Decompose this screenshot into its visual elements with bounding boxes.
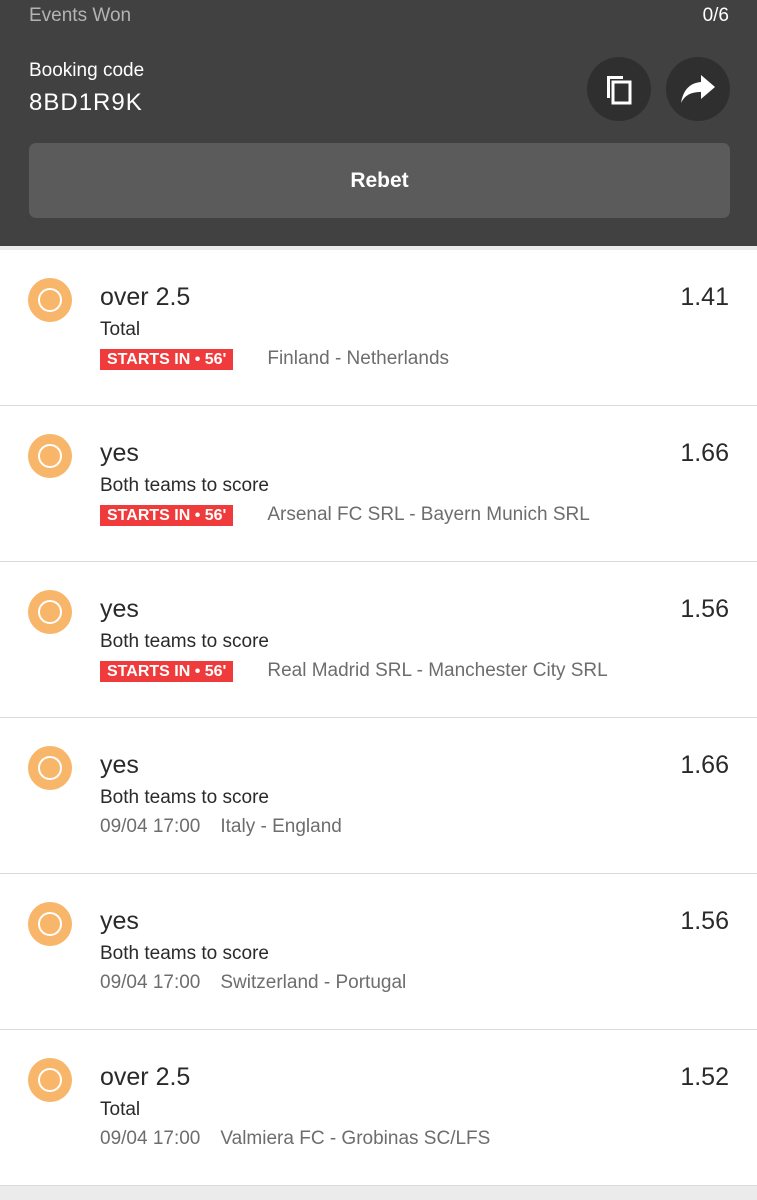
selection-pick: yes <box>100 751 139 779</box>
events-won-label: Events Won <box>29 5 132 26</box>
bet-row[interactable]: over 2.5 1.52 Total 09/04 17:00 Valmiera… <box>0 1030 757 1186</box>
market-name: Both teams to score <box>100 475 269 496</box>
match-name: Switzerland - Portugal <box>220 972 407 993</box>
share-icon <box>681 75 715 103</box>
bet-row[interactable]: yes 1.66 Both teams to score STARTS IN •… <box>0 406 757 562</box>
bet-row[interactable]: yes 1.56 Both teams to score 09/04 17:00… <box>0 874 757 1030</box>
bet-row[interactable]: over 2.5 1.41 Total STARTS IN • 56' Finl… <box>0 250 757 406</box>
selection-odds: 1.52 <box>680 1063 729 1091</box>
market-name: Total <box>100 1099 141 1120</box>
bet-row[interactable]: yes 1.56 Both teams to score STARTS IN •… <box>0 562 757 718</box>
match-name: Italy - England <box>220 816 342 837</box>
booking-code-value: 8BD1R9K <box>29 89 143 116</box>
selection-pick: over 2.5 <box>100 283 191 311</box>
starts-in-badge: STARTS IN • 56' <box>100 504 234 526</box>
pending-status-icon <box>28 902 72 946</box>
match-name: Finland - Netherlands <box>267 348 450 369</box>
selection-pick: yes <box>100 595 139 623</box>
match-name: Valmiera FC - Grobinas SC/LFS <box>220 1128 491 1149</box>
market-name: Both teams to score <box>100 943 269 964</box>
selection-odds: 1.66 <box>680 751 729 779</box>
booking-code-label: Booking code <box>29 60 145 81</box>
rebet-button[interactable]: Rebet <box>29 143 730 218</box>
market-name: Both teams to score <box>100 787 269 808</box>
kickoff-time: 09/04 17:00 <box>100 972 201 993</box>
selection-odds: 1.56 <box>680 907 729 935</box>
selection-pick: over 2.5 <box>100 1063 191 1091</box>
pending-status-icon <box>28 434 72 478</box>
pending-status-icon <box>28 1058 72 1102</box>
event-meta: STARTS IN • 56' Real Madrid SRL - Manche… <box>100 660 608 682</box>
selection-pick: yes <box>100 439 139 467</box>
copy-button[interactable] <box>587 57 651 121</box>
bet-selections-list: over 2.5 1.41 Total STARTS IN • 56' Finl… <box>0 250 757 1186</box>
pending-status-icon <box>28 590 72 634</box>
selection-pick: yes <box>100 907 139 935</box>
kickoff-time: 09/04 17:00 <box>100 1128 201 1149</box>
selection-odds: 1.66 <box>680 439 729 467</box>
pending-status-icon <box>28 278 72 322</box>
event-meta: STARTS IN • 56' Arsenal FC SRL - Bayern … <box>100 504 590 526</box>
starts-in-badge: STARTS IN • 56' <box>100 660 234 682</box>
event-meta: 09/04 17:00 Switzerland - Portugal <box>100 972 406 994</box>
share-button[interactable] <box>666 57 730 121</box>
match-name: Arsenal FC SRL - Bayern Munich SRL <box>267 504 590 525</box>
event-meta: 09/04 17:00 Italy - England <box>100 816 342 838</box>
events-won-count: 0/6 <box>702 5 729 26</box>
market-name: Total <box>100 319 141 340</box>
event-meta: STARTS IN • 56' Finland - Netherlands <box>100 348 449 370</box>
selection-odds: 1.41 <box>680 283 729 311</box>
bet-row[interactable]: yes 1.66 Both teams to score 09/04 17:00… <box>0 718 757 874</box>
selection-odds: 1.56 <box>680 595 729 623</box>
ticket-header: Events Won 0/6 Booking code 8BD1R9K Rebe… <box>0 0 757 246</box>
starts-in-badge: STARTS IN • 56' <box>100 348 234 370</box>
copy-icon <box>607 76 632 105</box>
match-name: Real Madrid SRL - Manchester City SRL <box>267 660 608 681</box>
market-name: Both teams to score <box>100 631 269 652</box>
event-meta: 09/04 17:00 Valmiera FC - Grobinas SC/LF… <box>100 1128 490 1150</box>
pending-status-icon <box>28 746 72 790</box>
kickoff-time: 09/04 17:00 <box>100 816 201 837</box>
